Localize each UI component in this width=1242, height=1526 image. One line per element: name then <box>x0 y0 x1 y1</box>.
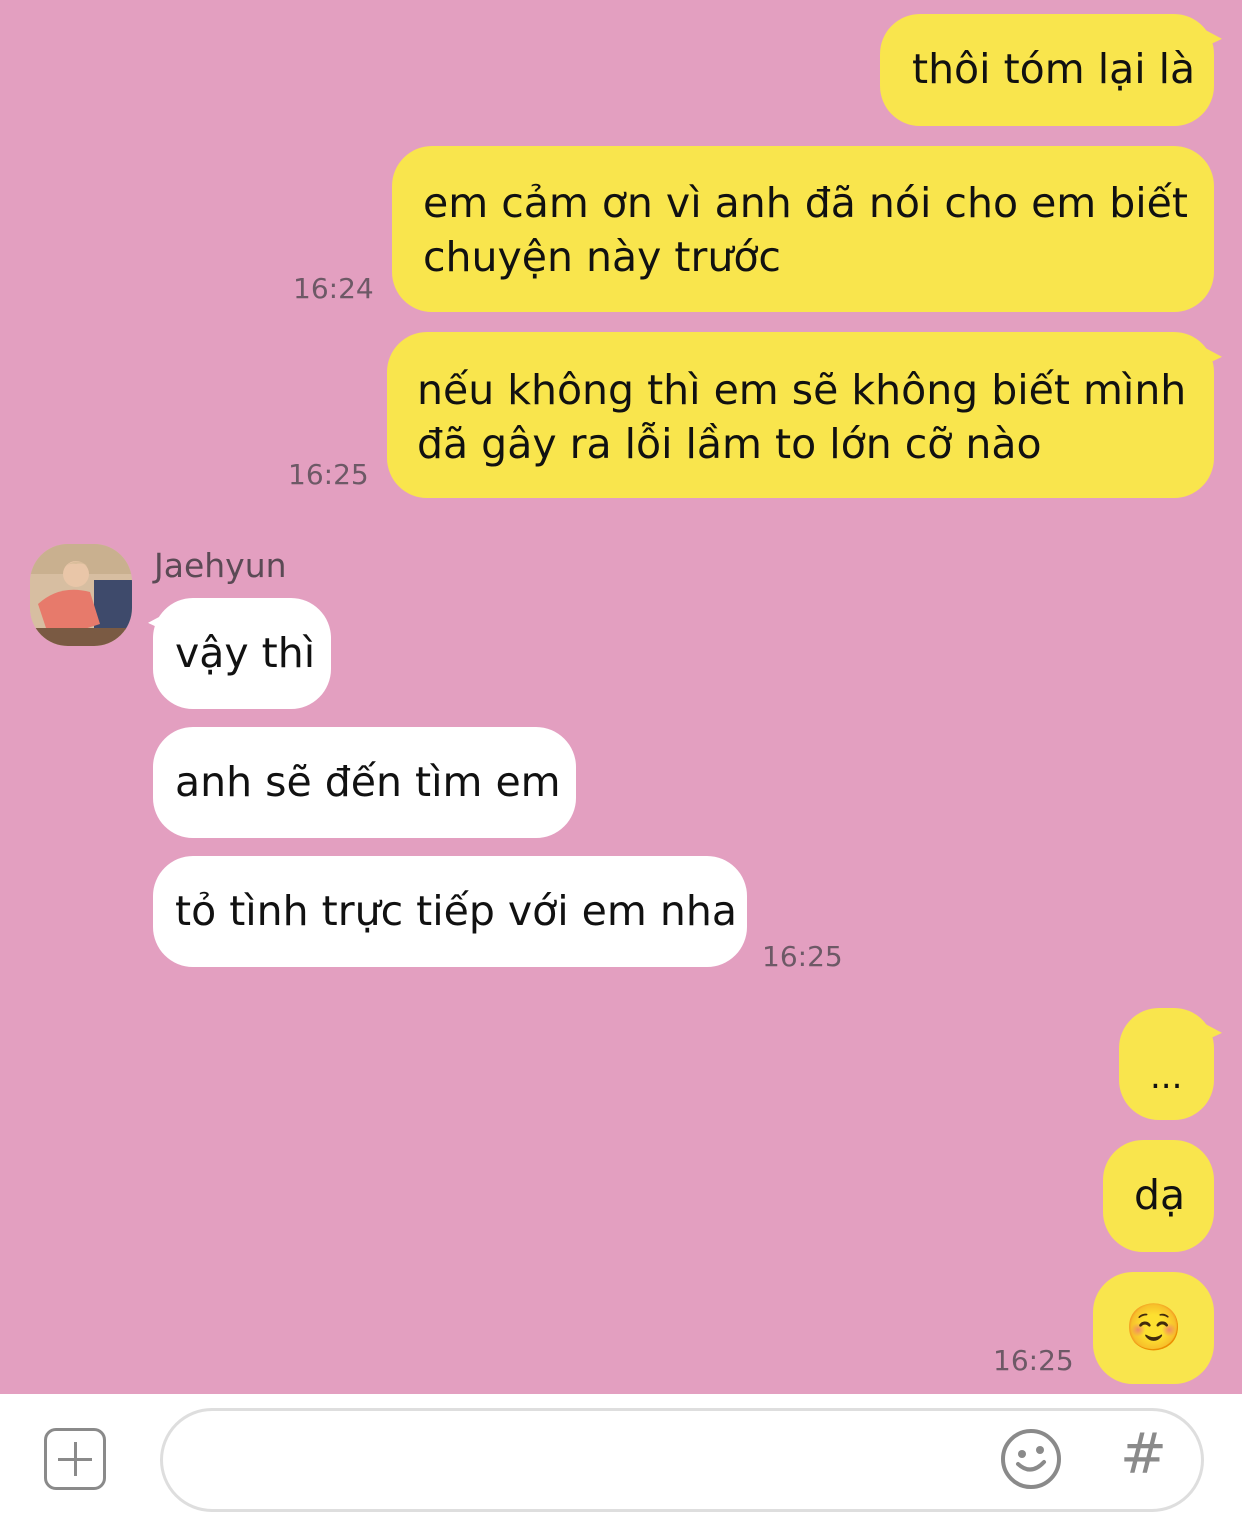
message-timestamp: 16:24 <box>293 272 374 305</box>
message-text: thôi tóm lại là <box>912 45 1196 93</box>
message-input-bar: # <box>0 1394 1242 1526</box>
outgoing-message-bubble[interactable]: dạ <box>1103 1140 1214 1252</box>
message-timestamp: 16:25 <box>993 1344 1074 1377</box>
message-text-line: em cảm ơn vì anh đã nói cho em biết <box>423 179 1188 227</box>
outgoing-message-bubble[interactable]: thôi tóm lại là <box>880 14 1214 126</box>
message-text: tỏ tình trực tiếp với em nha <box>175 887 737 935</box>
avatar-photo <box>30 544 132 646</box>
chat-area: thôi tóm lại là em cảm ơn vì anh đã nói … <box>0 0 1242 1394</box>
plus-square-icon[interactable] <box>44 1428 106 1490</box>
sender-avatar[interactable] <box>30 544 132 646</box>
outgoing-message-bubble[interactable]: nếu không thì em sẽ không biết mình đã g… <box>387 332 1214 498</box>
message-text: anh sẽ đến tìm em <box>175 758 561 806</box>
message-text-line: đã gây ra lỗi lầm to lớn cỡ nào <box>417 420 1042 468</box>
message-text: dạ <box>1134 1171 1186 1219</box>
hashtag-button[interactable]: # <box>1120 1424 1167 1486</box>
emoji-message: ☺️ <box>1125 1300 1183 1354</box>
message-timestamp: 16:25 <box>762 940 843 973</box>
outgoing-message-bubble[interactable]: em cảm ơn vì anh đã nói cho em biết chuy… <box>392 146 1214 312</box>
message-text-line: chuyện này trước <box>423 233 781 281</box>
incoming-message-bubble[interactable]: tỏ tình trực tiếp với em nha <box>153 856 747 967</box>
sender-name: Jaehyun <box>154 546 287 585</box>
incoming-message-bubble[interactable]: vậy thì <box>153 598 331 709</box>
message-text-line: nếu không thì em sẽ không biết mình <box>417 366 1187 414</box>
message-text: vậy thì <box>175 629 316 677</box>
message-timestamp: 16:25 <box>288 458 369 491</box>
message-text: ... <box>1150 1057 1183 1097</box>
incoming-message-bubble[interactable]: anh sẽ đến tìm em <box>153 727 576 838</box>
outgoing-message-bubble[interactable]: ☺️ <box>1093 1272 1214 1384</box>
smiley-icon[interactable] <box>1000 1428 1062 1490</box>
